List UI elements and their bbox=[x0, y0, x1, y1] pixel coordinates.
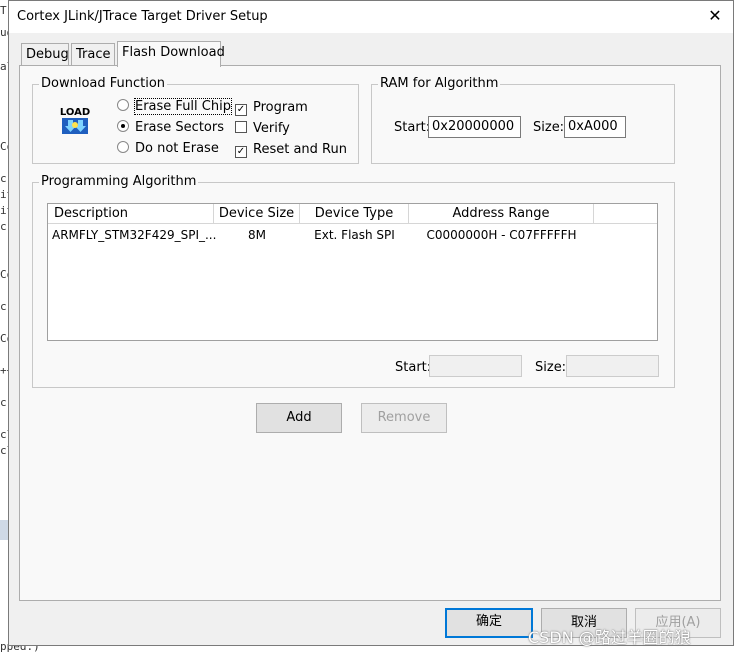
program-label: Program bbox=[253, 100, 308, 115]
bg-fragment: T bbox=[0, 4, 7, 17]
remove-button[interactable]: Remove bbox=[361, 403, 447, 433]
ram-size-label: Size: bbox=[533, 120, 565, 135]
radio-indicator bbox=[117, 99, 129, 111]
do-not-erase-label: Do not Erase bbox=[135, 141, 219, 156]
erase-sectors-radio[interactable]: Erase Sectors bbox=[117, 120, 224, 135]
row-device-size: 8M bbox=[248, 228, 266, 242]
load-icon-text: LOAD bbox=[60, 107, 90, 118]
tab-trace[interactable]: Trace bbox=[71, 43, 115, 65]
checkbox-checked-icon: ✓ bbox=[235, 104, 247, 116]
programming-algorithm-group: Programming Algorithm Description Device… bbox=[32, 174, 675, 388]
algo-start-input[interactable] bbox=[429, 355, 522, 377]
load-icon: LOAD bbox=[59, 105, 91, 134]
algo-size-label: Size: bbox=[535, 360, 567, 375]
programming-algorithm-title: Programming Algorithm bbox=[39, 174, 199, 189]
radio-indicator bbox=[117, 141, 129, 153]
column-header-device-type[interactable]: Device Type bbox=[300, 204, 409, 224]
checkbox-checked-icon: ✓ bbox=[235, 146, 247, 158]
row-address-range: C0000000H - C07FFFFFH bbox=[426, 228, 577, 242]
ram-for-algorithm-group: RAM for Algorithm Start: 0x20000000 Size… bbox=[371, 76, 675, 164]
flash-download-panel: Download Function LOAD Erase Full Chip E… bbox=[19, 65, 721, 601]
tab-debug[interactable]: Debug bbox=[21, 43, 69, 65]
ram-start-input[interactable]: 0x20000000 bbox=[428, 116, 521, 138]
download-function-group: Download Function LOAD Erase Full Chip E… bbox=[32, 76, 359, 164]
verify-checkbox[interactable]: Verify bbox=[235, 121, 290, 136]
reset-and-run-checkbox[interactable]: ✓ Reset and Run bbox=[235, 142, 347, 158]
tab-flash-download[interactable]: Flash Download bbox=[117, 41, 225, 67]
row-device-type: Ext. Flash SPI bbox=[314, 228, 395, 242]
algorithm-list[interactable]: Description Device Size Device Type Addr… bbox=[47, 203, 658, 341]
column-header-device-size[interactable]: Device Size bbox=[214, 204, 300, 224]
close-icon[interactable]: ✕ bbox=[703, 5, 727, 27]
verify-label: Verify bbox=[253, 121, 290, 136]
algo-start-label: Start: bbox=[395, 360, 432, 375]
column-header-filler bbox=[594, 204, 657, 224]
erase-sectors-label: Erase Sectors bbox=[135, 120, 224, 135]
column-header-description[interactable]: Description bbox=[48, 204, 214, 224]
title-bar[interactable]: Cortex JLink/JTrace Target Driver Setup … bbox=[9, 1, 733, 33]
window-title: Cortex JLink/JTrace Target Driver Setup bbox=[17, 9, 268, 24]
erase-full-chip-radio[interactable]: Erase Full Chip bbox=[117, 98, 232, 115]
row-description: ARMFLY_STM32F429_SPI_... bbox=[52, 228, 217, 242]
program-checkbox[interactable]: ✓ Program bbox=[235, 100, 308, 116]
setup-dialog: Cortex JLink/JTrace Target Driver Setup … bbox=[8, 0, 734, 646]
checkbox-unchecked-icon bbox=[235, 121, 247, 133]
ram-for-algorithm-title: RAM for Algorithm bbox=[378, 76, 501, 91]
do-not-erase-radio[interactable]: Do not Erase bbox=[117, 141, 219, 156]
csdn-watermark: CSDN @路过羊圈的狼 bbox=[528, 628, 691, 647]
algorithm-list-header: Description Device Size Device Type Addr… bbox=[48, 204, 657, 224]
ram-size-input[interactable]: 0xA000 bbox=[564, 116, 626, 138]
download-function-title: Download Function bbox=[39, 76, 168, 91]
radio-indicator-selected bbox=[117, 120, 129, 132]
column-header-address-range[interactable]: Address Range bbox=[409, 204, 594, 224]
algo-size-input[interactable] bbox=[566, 355, 659, 377]
ram-start-label: Start: bbox=[394, 120, 431, 135]
add-button[interactable]: Add bbox=[256, 403, 342, 433]
ok-button[interactable]: 确定 bbox=[445, 608, 533, 638]
reset-and-run-label: Reset and Run bbox=[253, 142, 347, 157]
erase-full-chip-label: Erase Full Chip bbox=[134, 98, 232, 115]
